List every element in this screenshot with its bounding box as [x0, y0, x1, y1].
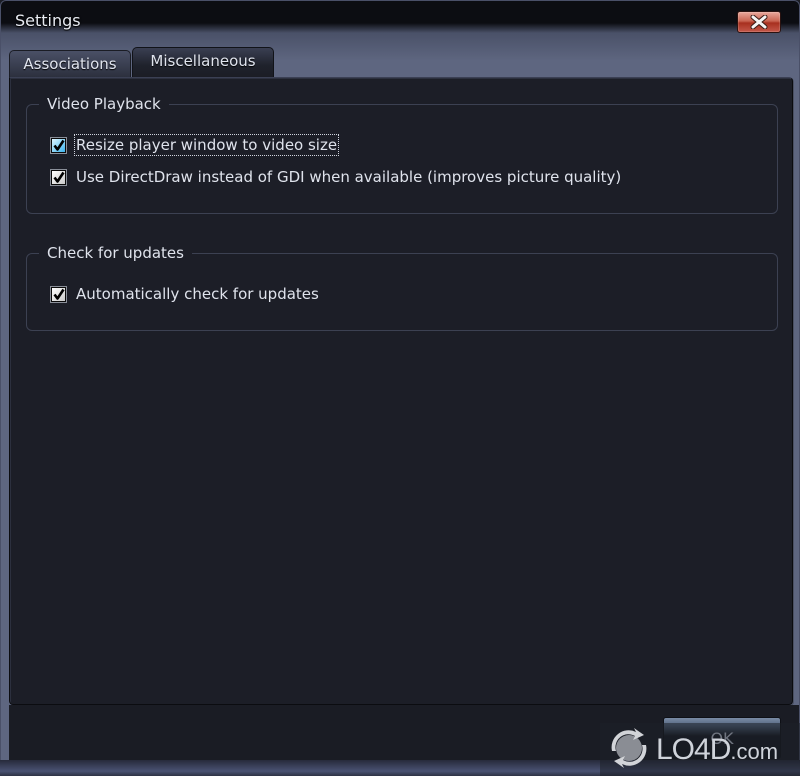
group-title: Video Playback — [39, 93, 169, 115]
tab-miscellaneous[interactable]: Miscellaneous — [132, 47, 274, 77]
window-bottom-edge — [0, 760, 800, 776]
group-title: Check for updates — [39, 242, 192, 264]
title-bar: Settings — [1, 1, 799, 45]
settings-window: Settings Associations Miscellaneous Vide… — [0, 0, 800, 776]
tab-associations[interactable]: Associations — [9, 50, 131, 77]
tab-strip: Associations Miscellaneous — [9, 45, 793, 77]
checkmark-icon — [53, 171, 65, 183]
video-playback-group: Video Playback Resize player window to v… — [26, 93, 778, 214]
window-title: Settings — [15, 11, 81, 30]
tab-label: Miscellaneous — [150, 52, 256, 70]
option-label: Use DirectDraw instead of GDI when avail… — [76, 168, 622, 186]
close-icon — [750, 15, 768, 29]
tab-label: Associations — [23, 55, 117, 73]
check-for-updates-group: Check for updates Automatically check fo… — [26, 242, 778, 331]
resize-window-option[interactable]: Resize player window to video size — [51, 134, 340, 156]
directdraw-option[interactable]: Use DirectDraw instead of GDI when avail… — [51, 167, 622, 187]
option-label: Automatically check for updates — [76, 285, 319, 303]
close-button[interactable] — [737, 11, 781, 33]
auto-update-option[interactable]: Automatically check for updates — [51, 284, 320, 304]
checkmark-icon — [53, 139, 65, 151]
ok-button[interactable]: OK — [663, 717, 781, 759]
tab-panel-miscellaneous: Video Playback Resize player window to v… — [9, 77, 793, 705]
checkmark-icon — [53, 288, 65, 300]
option-label: Resize player window to video size — [73, 134, 340, 156]
directdraw-checkbox[interactable] — [51, 169, 66, 185]
resize-window-checkbox[interactable] — [51, 137, 66, 153]
auto-update-checkbox[interactable] — [51, 286, 66, 302]
